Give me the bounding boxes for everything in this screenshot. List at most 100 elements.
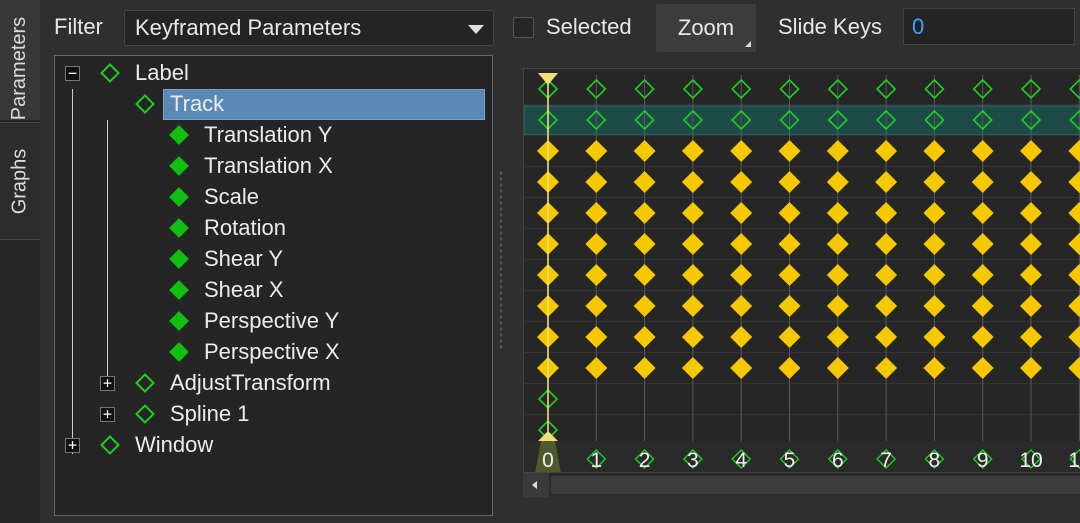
tree-row-label: Spline 1 [170,401,250,426]
key-icon [681,295,704,317]
tree-row[interactable]: + AdjustTransform [55,368,492,399]
key-icon [923,326,946,348]
tree-row-label: AdjustTransform [170,370,331,395]
key-icon [633,202,656,224]
key-icon [681,233,704,255]
key-icon [875,295,898,317]
tree-row[interactable]: − Label [55,58,492,89]
key-icon [1020,295,1042,317]
expand-icon[interactable]: + [100,407,115,422]
expand-icon[interactable]: + [100,376,115,391]
key-icon [971,295,994,317]
tree-row[interactable]: Translation Y [55,120,492,151]
key-icon [1020,264,1042,286]
key-icon [826,171,849,193]
key-icon [826,233,849,255]
key-icon [681,202,704,224]
tree-row[interactable]: Rotation [55,213,492,244]
diamond-outline-icon [100,435,120,455]
key-icon [826,295,849,317]
key-icon [923,295,946,317]
splitter-grip[interactable] [499,170,503,350]
chevron-down-icon [468,25,484,34]
collapse-icon[interactable]: − [65,66,80,81]
diamond-filled-icon [169,249,189,269]
frame-label: 11 [1068,449,1080,472]
tab-graphs[interactable]: Graphs [0,122,40,240]
key-icon [971,233,994,255]
diamond-filled-icon [169,280,189,300]
parameter-tree: − Label Track Translation Y Translation X Sca… [54,55,493,516]
key-icon [923,202,946,224]
key-icon [585,202,608,224]
key-icon [778,171,801,193]
key-icon [730,326,753,348]
frame-label: 8 [929,449,941,472]
side-tab-bar: Parameters Graphs [0,0,40,523]
frame-label: 5 [784,449,796,472]
key-icon [826,202,849,224]
key-icon [971,171,994,193]
tree-row[interactable]: Scale [55,182,492,213]
tree-row-label: Rotation [204,215,286,240]
key-icon [1068,233,1080,255]
key-icon [971,202,994,224]
frame-label: 1 [590,449,602,472]
key-icon [923,264,946,286]
scroll-thumb[interactable] [551,476,1080,494]
expand-icon[interactable]: + [65,438,80,453]
key-icon [778,202,801,224]
keyframe-timeline[interactable]: 0 1 2 3 4 5 6 7 8 9 10 11 [523,68,1080,496]
tree-row[interactable]: Translation X [55,151,492,182]
diamond-outline-icon [100,63,120,83]
tree-row[interactable]: + Window [55,430,492,461]
tab-parameters[interactable]: Parameters [0,0,40,120]
key-icon [1068,295,1080,317]
slide-keys-label: Slide Keys [778,14,882,39]
key-icon [1020,357,1042,379]
tree-row[interactable]: Perspective X [55,337,492,368]
frame-label: 10 [1019,449,1042,472]
tree-row-label: Perspective X [204,339,340,364]
tree-row[interactable]: Shear Y [55,244,492,275]
key-icon [633,233,656,255]
key-icon [826,140,849,162]
key-icon [778,264,801,286]
selected-checkbox[interactable] [513,17,534,38]
key-icon [875,357,898,379]
diamond-filled-icon [169,187,189,207]
key-icon [875,202,898,224]
tree-row[interactable]: Perspective Y [55,306,492,337]
key-icon [1068,171,1080,193]
key-icon [633,140,656,162]
timeline-horizontal-scrollbar[interactable] [523,472,1080,497]
key-icon [778,233,801,255]
tree-row[interactable]: + Spline 1 [55,399,492,430]
playhead-top-icon [538,73,558,85]
key-icon [585,140,608,162]
tree-row[interactable]: Track [55,89,492,120]
frame-label: 3 [687,449,699,472]
key-icon [1020,140,1042,162]
key-icon [923,140,946,162]
tree-row-label: Shear Y [204,246,284,271]
key-icon [1068,326,1080,348]
key-icon [1020,171,1042,193]
filter-dropdown[interactable]: Keyframed Parameters [124,10,494,46]
key-icon [971,357,994,379]
key-icon [971,140,994,162]
scroll-left-button[interactable] [523,473,549,497]
key-icon [778,357,801,379]
key-icon [778,326,801,348]
frame-label: 7 [880,449,892,472]
zoom-button[interactable]: Zoom [656,4,756,52]
key-icon [730,140,753,162]
key-icon [971,326,994,348]
diamond-filled-icon [169,342,189,362]
key-icon [730,171,753,193]
slide-keys-input[interactable] [903,8,1075,45]
keyframe-canvas[interactable]: 0 1 2 3 4 5 6 7 8 9 10 11 [524,69,1080,496]
key-icon [585,357,608,379]
key-icon [826,264,849,286]
tree-row[interactable]: Shear X [55,275,492,306]
